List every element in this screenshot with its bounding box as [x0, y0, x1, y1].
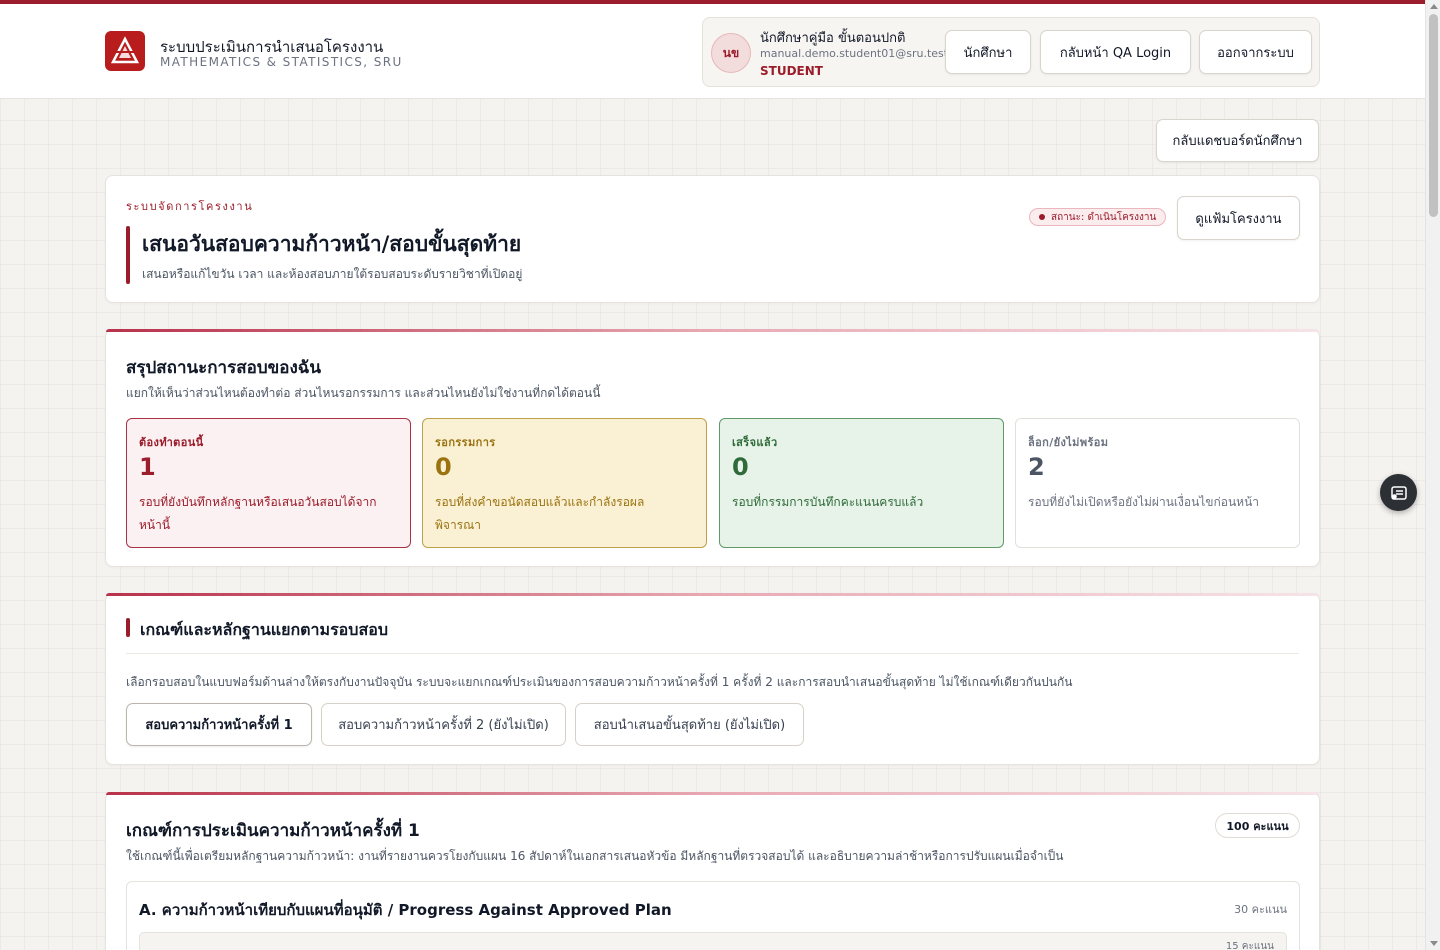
stat-value: 2	[1028, 453, 1045, 481]
rubric-title: เกณฑ์การประเมินความก้าวหน้าครั้งที่ 1	[126, 821, 420, 841]
stat-label: รอกรรมการ	[435, 436, 496, 449]
criterion-a: A. ความก้าวหน้าเทียบกับแผนที่อนุมัติ / P…	[126, 881, 1300, 950]
criteria-by-round-card: เกณฑ์และหลักฐานแยกตามรอบสอบ เลือกรอบสอบใ…	[105, 593, 1320, 765]
stat-value: 1	[139, 453, 156, 481]
stat-card-todo: ต้องทำตอนนี้ 1 รอบที่ยังบันทึกหลักฐานหรื…	[126, 418, 411, 548]
scroll-up-arrow-icon[interactable]	[1430, 4, 1438, 9]
stat-label: ต้องทำตอนนี้	[139, 436, 204, 449]
status-badge: สถานะ: ดำเนินโครงงาน	[1029, 208, 1167, 226]
university-logo-icon	[105, 31, 145, 71]
stat-card-locked: ล็อก/ยังไม่พร้อม 2 รอบที่ยังไม่เปิดหรือย…	[1015, 418, 1300, 548]
rubric-description: ใช้เกณฑ์นี้เพื่อเตรียมหลักฐานความก้าวหน้…	[126, 849, 1064, 863]
user-email: manual.demo.student01@sru.test	[760, 47, 949, 60]
criterion-title: A. ความก้าวหน้าเทียบกับแผนที่อนุมัติ / P…	[139, 901, 672, 919]
eyebrow-label: ระบบจัดการโครงงาน	[126, 200, 254, 213]
title-accent-bar	[126, 226, 130, 284]
stat-text: รอบที่ยังบันทึกหลักฐานหรือเสนอวันสอบได้จ…	[139, 495, 377, 532]
sub-criterion-points: 15 คะแนน	[1225, 941, 1274, 950]
stat-value: 0	[435, 453, 452, 481]
criterion-points: 30 คะแนน	[1234, 903, 1287, 916]
checklist-icon[interactable]	[1380, 474, 1417, 511]
logout-button[interactable]: ออกจากระบบ	[1199, 30, 1312, 74]
stat-text: รอบที่ยังไม่เปิดหรือยังไม่ผ่านเงื่อนไขก่…	[1028, 495, 1260, 509]
page-description: เสนอหรือแก้ไขวัน เวลา และห้องสอบภายใต้รอ…	[142, 267, 523, 281]
status-badge-label: สถานะ: ดำเนินโครงงาน	[1051, 211, 1157, 223]
student-button[interactable]: นักศึกษา	[945, 30, 1031, 74]
app-header: ระบบประเมินการนำเสนอโครงงาน MATHEMATICS …	[0, 4, 1425, 99]
sub-criterion: 15 คะแนน	[139, 932, 1287, 950]
brand-subtitle: MATHEMATICS & STATISTICS, SRU	[160, 55, 403, 69]
criteria-section-description: เลือกรอบสอบในแบบฟอร์มด้านล่างให้ตรงกับงา…	[126, 675, 1073, 689]
stat-text: รอบที่ส่งคำขอนัดสอบแล้วและกำลังรอผลพิจาร…	[435, 495, 645, 532]
intro-card: ระบบจัดการโครงงาน เสนอวันสอบความก้าวหน้า…	[105, 175, 1320, 303]
criteria-section-title: เกณฑ์และหลักฐานแยกตามรอบสอบ	[140, 620, 388, 639]
user-name: นักศึกษาคู่มือ ขั้นตอนปกติ	[760, 31, 906, 46]
scrollbar-thumb[interactable]	[1429, 14, 1438, 217]
summary-title: สรุปสถานะการสอบของฉัน	[126, 358, 321, 378]
rubric-card: เกณฑ์การประเมินความก้าวหน้าครั้งที่ 1 10…	[105, 792, 1320, 950]
section-accent-bar	[126, 618, 130, 637]
stat-value: 0	[732, 453, 749, 481]
divider	[126, 653, 1299, 654]
summary-description: แยกให้เห็นว่าส่วนไหนต้องทำต่อ ส่วนไหนรอก…	[126, 386, 601, 400]
scroll-down-arrow-icon[interactable]	[1430, 941, 1438, 946]
stat-label: ล็อก/ยังไม่พร้อม	[1028, 436, 1109, 449]
tab-progress-round-1[interactable]: สอบความก้าวหน้าครั้งที่ 1	[126, 703, 312, 746]
exam-summary-card: สรุปสถานะการสอบของฉัน แยกให้เห็นว่าส่วนไ…	[105, 329, 1320, 567]
stat-label: เสร็จแล้ว	[732, 436, 778, 449]
qa-login-button[interactable]: กลับหน้า QA Login	[1040, 30, 1191, 74]
stat-card-done: เสร็จแล้ว 0 รอบที่กรรมการบันทึกคะแนนครบแ…	[719, 418, 1004, 548]
page-title: เสนอวันสอบความก้าวหน้า/สอบขั้นสุดท้าย	[142, 232, 522, 256]
stat-text: รอบที่กรรมการบันทึกคะแนนครบแล้ว	[732, 495, 924, 509]
tab-progress-round-2[interactable]: สอบความก้าวหน้าครั้งที่ 2 (ยังไม่เปิด)	[321, 703, 566, 746]
vertical-scrollbar[interactable]	[1425, 0, 1440, 950]
view-portfolio-button[interactable]: ดูแฟ้มโครงงาน	[1177, 196, 1300, 240]
back-to-dashboard-button[interactable]: กลับแดชบอร์ดนักศึกษา	[1156, 119, 1319, 162]
stat-card-waiting: รอกรรมการ 0 รอบที่ส่งคำขอนัดสอบแล้วและกำ…	[422, 418, 707, 548]
status-dot-icon	[1039, 214, 1045, 220]
tab-final-presentation[interactable]: สอบนำเสนอขั้นสุดท้าย (ยังไม่เปิด)	[575, 703, 804, 746]
avatar: นข	[711, 33, 751, 73]
user-role: STUDENT	[760, 64, 823, 78]
total-score-badge: 100 คะแนน	[1215, 813, 1300, 838]
user-panel: นข นักศึกษาคู่มือ ขั้นตอนปกติ manual.dem…	[702, 17, 1320, 87]
